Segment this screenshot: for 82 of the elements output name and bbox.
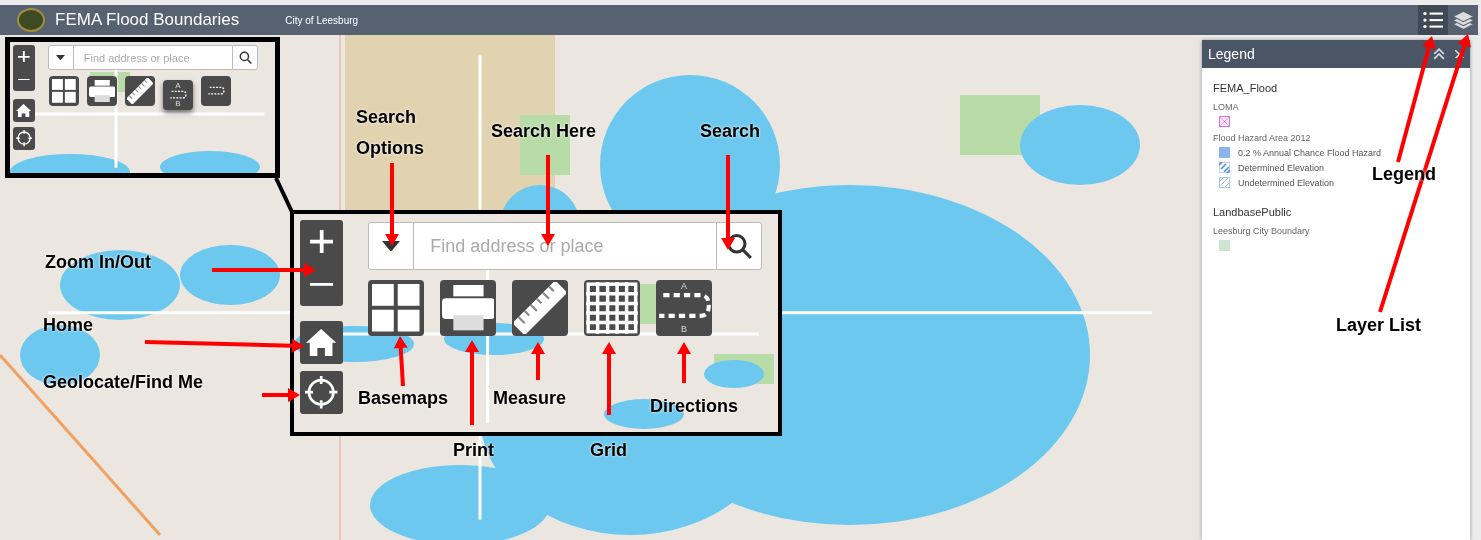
plus-icon	[18, 50, 30, 63]
route-end-label: B	[681, 324, 687, 334]
grid-icon	[586, 282, 638, 334]
home-icon	[306, 328, 337, 357]
route-start-label: A	[681, 282, 687, 292]
annotation-label: Search Options	[356, 106, 425, 160]
minus-icon	[309, 283, 334, 286]
route-icon	[206, 85, 226, 97]
legend-swatch-icon	[1219, 116, 1230, 127]
home-icon	[16, 103, 32, 118]
legend-item-label: Determined Elevation	[1238, 162, 1325, 173]
annotation-label: Print	[453, 440, 494, 460]
city-seal-logo	[17, 8, 45, 32]
search-icon	[238, 51, 252, 64]
legend-swatch-icon	[1219, 147, 1230, 158]
annotation-label: Directions	[650, 396, 739, 416]
route-icon	[168, 89, 188, 101]
locate-button[interactable]	[300, 371, 343, 414]
basemaps-tool-button[interactable]	[368, 280, 424, 336]
print-tool-button[interactable]	[87, 76, 117, 106]
app-subtitle: City of Leesburg	[285, 14, 359, 26]
basemaps-tool-button[interactable]	[49, 76, 79, 106]
measure-tool-button[interactable]	[512, 280, 568, 336]
measure-tool-button[interactable]	[125, 76, 155, 106]
legend-group-name: FEMA_Flood	[1213, 82, 1279, 94]
legend-title: Legend	[1208, 46, 1256, 62]
crosshair-icon	[305, 376, 338, 409]
legend-layer-name: Leesburg City Boundary	[1213, 226, 1311, 236]
annotation-label: Search	[700, 121, 761, 141]
directions-tool-button[interactable]: A B	[163, 80, 193, 110]
legend-group-name: LandbasePublic	[1213, 206, 1293, 218]
search-field[interactable]: Find address or place	[414, 222, 716, 270]
legend-swatch-icon	[1219, 162, 1230, 173]
caret-icon	[56, 54, 66, 61]
legend-button[interactable]	[1418, 5, 1448, 35]
collapse-button[interactable]	[1433, 48, 1446, 60]
annotation-label: Layer List	[1336, 315, 1422, 335]
legend-item-label: 0.2 % Annual Chance Flood Hazard	[1238, 147, 1382, 158]
collapse-icon	[1433, 48, 1446, 60]
legend-swatch-icon	[1219, 177, 1230, 188]
annotation-label: Measure	[493, 388, 567, 408]
locate-button[interactable]	[13, 127, 35, 150]
route-end-label: B	[175, 100, 181, 109]
route-start-label: A	[175, 81, 181, 90]
annotation-label: Basemaps	[358, 388, 449, 408]
legend-layer-name: LOMA	[1213, 102, 1240, 112]
legend-swatch-icon	[1219, 240, 1230, 251]
plus-icon	[309, 229, 334, 254]
annotation-label: Geolocate/Find Me	[43, 372, 204, 392]
annotation-arrow	[677, 342, 691, 383]
layers-icon	[1452, 9, 1474, 31]
printer-icon	[441, 285, 495, 331]
four-squares-icon	[372, 284, 420, 332]
annotation-arrow	[393, 336, 408, 387]
legend-layer-name: Flood Hazard Area 2012	[1213, 133, 1312, 143]
home-button[interactable]	[300, 321, 343, 364]
printer-icon	[88, 79, 116, 103]
directions-tool-button[interactable]: A B	[656, 280, 712, 336]
grid-tool-button[interactable]	[584, 280, 640, 336]
search-button[interactable]	[232, 45, 258, 70]
minus-icon	[18, 78, 30, 81]
search-options-button[interactable]	[48, 45, 74, 70]
annotation-label: Home	[43, 315, 93, 335]
annotation-arrow	[262, 388, 300, 402]
print-tool-button[interactable]	[440, 280, 496, 336]
annotation-label: Search Here	[491, 121, 597, 141]
close-button[interactable]	[1455, 49, 1464, 59]
app-title: FEMA Flood Boundaries	[55, 10, 240, 30]
search-field[interactable]: Find address or place	[73, 45, 233, 70]
ruler-icon	[127, 78, 153, 104]
crosshair-icon	[15, 130, 33, 147]
annotation-label: Grid	[590, 440, 627, 460]
directions-tool-button[interactable]	[201, 76, 231, 106]
four-squares-icon	[52, 79, 76, 103]
list-icon	[1422, 10, 1444, 30]
search-options-button[interactable]	[368, 222, 415, 270]
legend-item-label: Undetermined Elevation	[1238, 177, 1335, 188]
close-icon	[1455, 49, 1464, 59]
annotation-label: Zoom In/Out	[45, 252, 151, 272]
ruler-icon	[514, 282, 566, 334]
annotation-arrow	[531, 342, 545, 380]
home-button[interactable]	[13, 99, 35, 122]
